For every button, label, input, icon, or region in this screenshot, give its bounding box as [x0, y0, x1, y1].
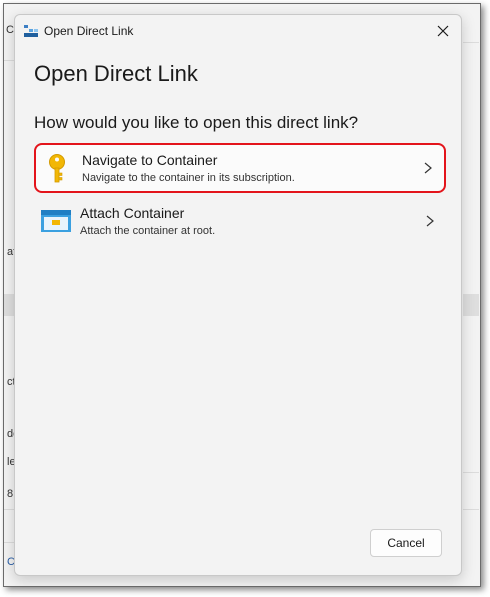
bg-divider — [4, 60, 14, 61]
option-title: Attach Container — [80, 205, 185, 221]
bg-selected-row-right — [463, 294, 479, 316]
close-icon — [437, 25, 449, 37]
option-attach-container[interactable]: Attach Container Attach the container at… — [34, 198, 446, 248]
dialog-heading: Open Direct Link — [34, 61, 198, 86]
option-description: Attach the container at root. — [80, 225, 216, 237]
bg-divider — [4, 509, 14, 510]
bg-divider — [463, 509, 479, 510]
open-direct-link-dialog: Open Direct Link Open Direct Link How wo… — [14, 14, 462, 576]
bg-selected-row — [4, 294, 14, 316]
cancel-button[interactable]: Cancel — [370, 529, 442, 557]
storage-explorer-icon — [23, 23, 39, 39]
close-button[interactable] — [431, 19, 455, 43]
container-icon — [41, 206, 71, 238]
dialog-prompt: How would you like to open this direct l… — [34, 113, 359, 132]
bg-divider — [463, 472, 479, 473]
option-description: Navigate to the container in its subscri… — [82, 172, 295, 184]
option-title: Navigate to Container — [82, 152, 218, 168]
chevron-right-icon — [424, 214, 436, 228]
window-title: Open Direct Link — [44, 24, 134, 38]
chevron-right-icon — [422, 161, 434, 175]
bg-divider — [463, 42, 479, 43]
option-navigate-to-container[interactable]: Navigate to Container Navigate to the co… — [34, 143, 446, 193]
title-bar: Open Direct Link — [15, 15, 461, 47]
key-icon — [43, 153, 73, 185]
bg-divider — [4, 542, 14, 543]
